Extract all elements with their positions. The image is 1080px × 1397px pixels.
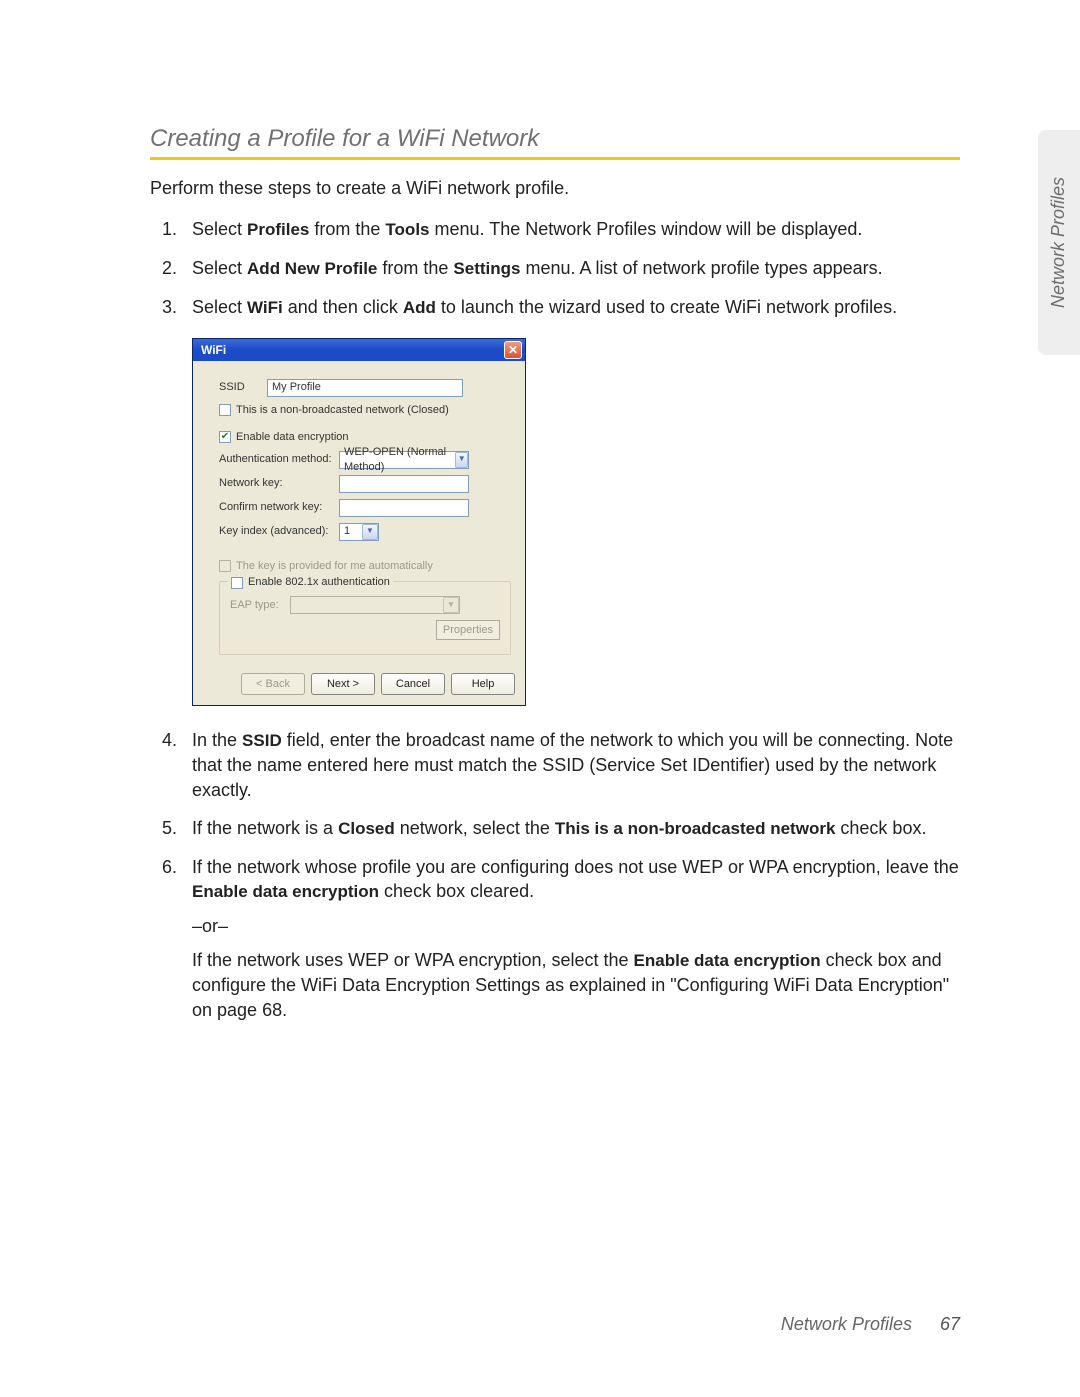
network-key-label: Network key:	[219, 476, 339, 491]
wifi-dialog-title: WiFi	[201, 342, 226, 358]
chevron-down-icon: ▼	[455, 452, 468, 468]
dialog-button-row: < Back Next > Cancel Help	[193, 665, 525, 705]
closed-checkbox-label: This is a non-broadcasted network (Close…	[236, 403, 449, 418]
close-icon: ✕	[508, 344, 518, 356]
auto-key-label: The key is provided for me automatically	[236, 559, 433, 574]
step-2: Select Add New Profile from the Settings…	[192, 256, 960, 281]
confirm-network-key-input[interactable]	[339, 499, 469, 517]
close-button[interactable]: ✕	[504, 341, 522, 359]
eap-type-select: ▼	[290, 596, 460, 614]
next-button[interactable]: Next >	[311, 673, 375, 695]
cancel-button[interactable]: Cancel	[381, 673, 445, 695]
eap-type-label: EAP type:	[230, 598, 290, 613]
ssid-label: SSID	[219, 380, 267, 395]
network-key-input[interactable]	[339, 475, 469, 493]
wifi-dialog: WiFi ✕ SSID My Profile This is a non-bro…	[192, 338, 526, 707]
back-button: < Back	[241, 673, 305, 695]
auth-method-label: Authentication method:	[219, 452, 339, 467]
step-6: If the network whose profile you are con…	[192, 855, 960, 1022]
auto-key-checkbox	[219, 560, 231, 572]
step-6-alt: If the network uses WEP or WPA encryptio…	[192, 948, 960, 1022]
ssid-input[interactable]: My Profile	[267, 379, 463, 397]
step-4: In the SSID field, enter the broadcast n…	[192, 728, 960, 802]
properties-button: Properties	[436, 620, 500, 640]
footer-section: Network Profiles	[781, 1314, 912, 1335]
auth-method-select[interactable]: WEP-OPEN (Normal Method) ▼	[339, 451, 469, 469]
step-6-or: –or–	[192, 914, 960, 938]
step-1: Select Profiles from the Tools menu. The…	[192, 217, 960, 242]
enable-encryption-label: Enable data encryption	[236, 430, 349, 445]
footer-page-number: 67	[940, 1314, 960, 1335]
page-footer: Network Profiles 67	[781, 1314, 960, 1335]
group-8021x: Enable 802.1x authentication EAP type: ▼…	[219, 581, 511, 655]
enable-encryption-checkbox[interactable]: ✔	[219, 431, 231, 443]
auth-method-value: WEP-OPEN (Normal Method)	[344, 445, 455, 475]
key-index-label: Key index (advanced):	[219, 524, 339, 539]
intro-text: Perform these steps to create a WiFi net…	[150, 178, 960, 199]
enable-8021x-label: Enable 802.1x authentication	[248, 575, 390, 590]
page-heading: Creating a Profile for a WiFi Network	[150, 125, 960, 153]
help-button[interactable]: Help	[451, 673, 515, 695]
chevron-down-icon: ▼	[443, 597, 459, 613]
wifi-dialog-body: SSID My Profile This is a non-broadcaste…	[193, 361, 525, 666]
wifi-dialog-titlebar[interactable]: WiFi ✕	[193, 339, 525, 361]
confirm-network-key-label: Confirm network key:	[219, 500, 339, 515]
step-5: If the network is a Closed network, sele…	[192, 816, 960, 841]
enable-8021x-checkbox[interactable]	[231, 577, 243, 589]
closed-checkbox[interactable]	[219, 404, 231, 416]
key-index-select[interactable]: 1 ▼	[339, 523, 379, 541]
key-index-value: 1	[344, 524, 350, 539]
step-3: Select WiFi and then click Add to launch…	[192, 295, 960, 706]
heading-rule	[150, 157, 960, 160]
chevron-down-icon: ▼	[362, 524, 378, 540]
